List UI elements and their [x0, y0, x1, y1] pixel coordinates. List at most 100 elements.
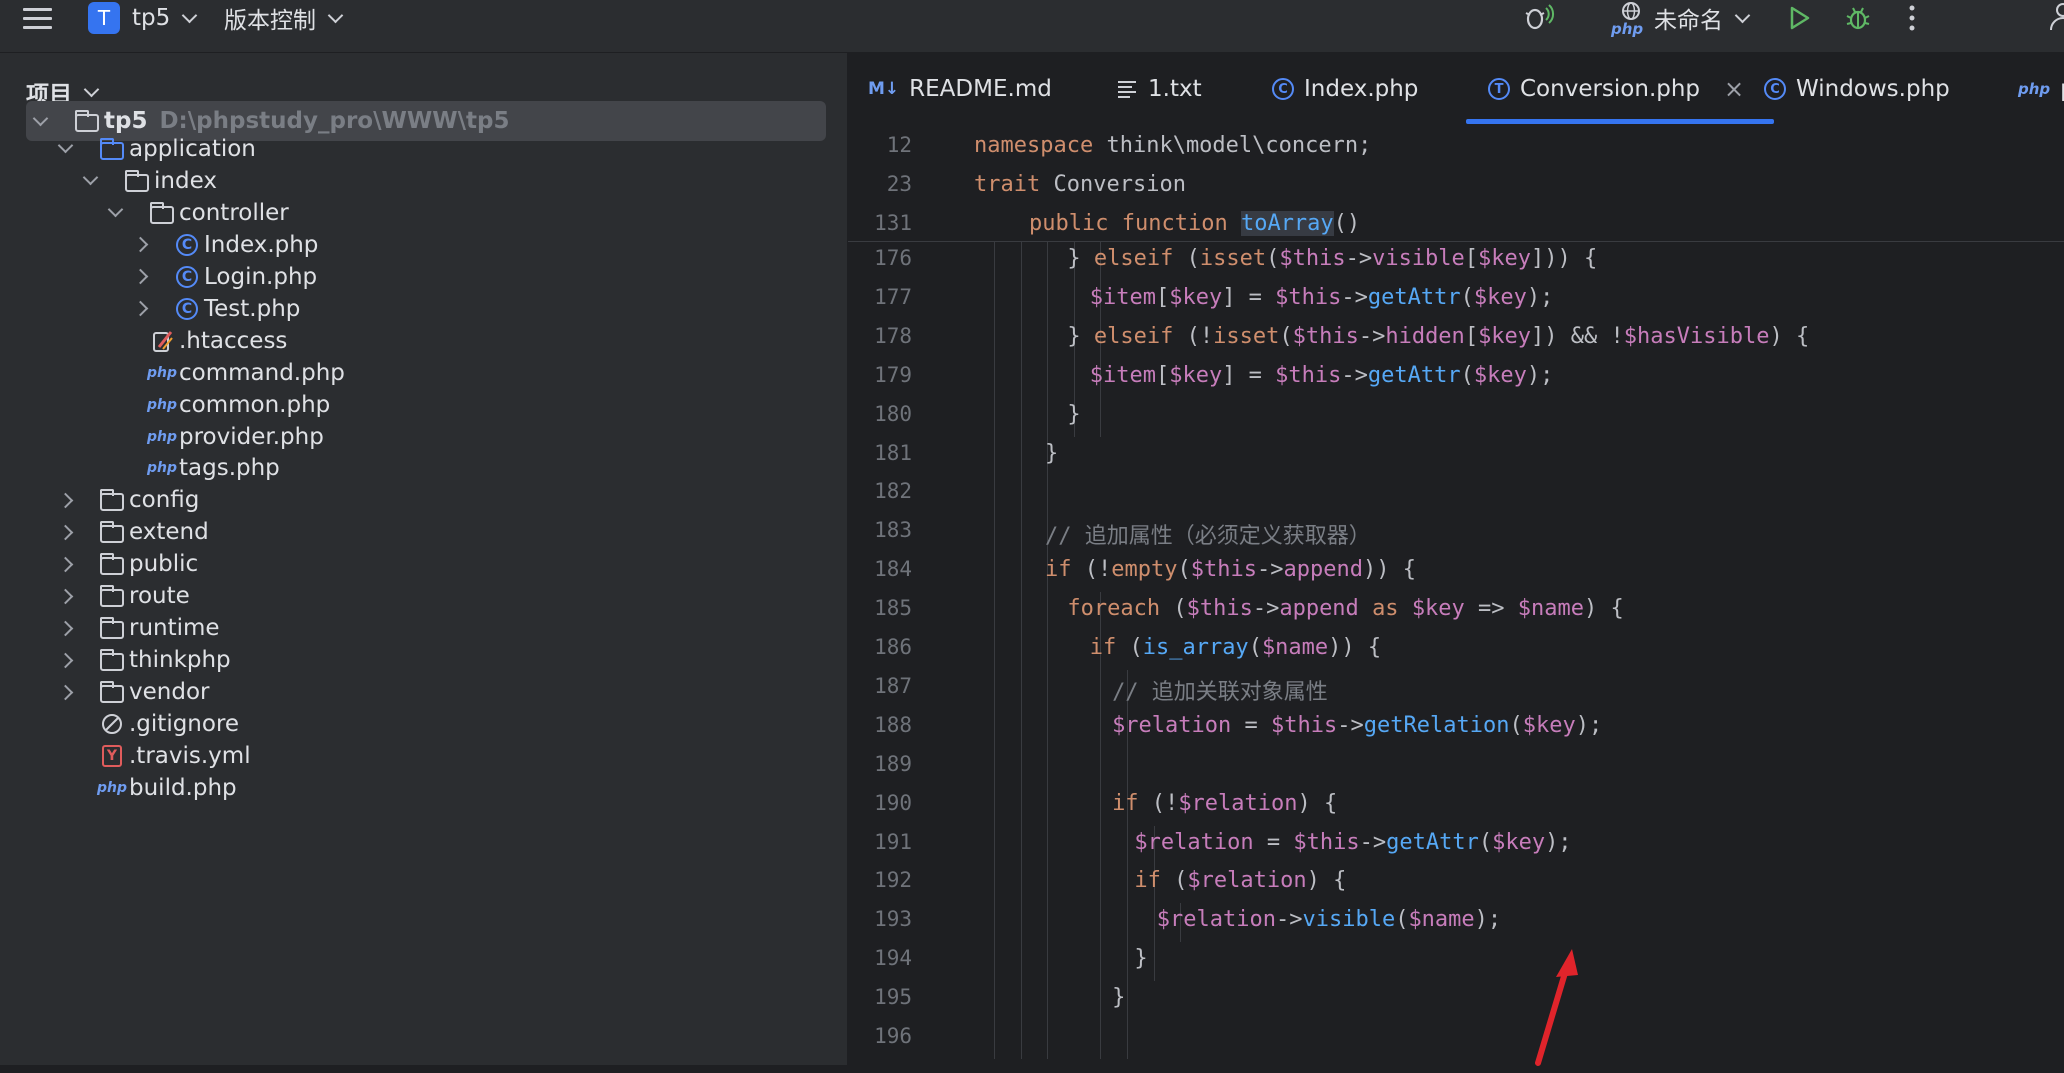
tree-item[interactable]: .gitignore [0, 708, 847, 740]
tree-item[interactable]: controller [0, 197, 847, 229]
chevron-right-icon[interactable] [55, 644, 75, 676]
code-line[interactable]: } elseif (isset($this->visible[$key])) { [1067, 246, 1597, 271]
bug-icon [1846, 7, 1870, 30]
tree-item[interactable]: runtime [0, 612, 847, 644]
code-line[interactable]: // 追加关联对象属性 [1112, 674, 1328, 706]
chevron-down-icon[interactable] [80, 165, 100, 197]
tree-item[interactable]: C Login.php [0, 261, 847, 293]
chevron-right-icon[interactable] [55, 612, 75, 644]
tree-item[interactable]: php tags.php [0, 452, 847, 484]
code-token: [ [1464, 323, 1479, 349]
code-line[interactable]: $relation = $this->getRelation($key); [1112, 713, 1602, 738]
chevron-down-icon[interactable] [105, 197, 125, 229]
tree-item[interactable]: config [0, 484, 847, 516]
code-line[interactable]: $relation = $this->getAttr($key); [1134, 830, 1571, 855]
line-number: 186 [874, 635, 912, 659]
code-line[interactable]: if (!$relation) { [1112, 791, 1337, 816]
project-badge-icon[interactable]: T [88, 2, 120, 34]
debug-button[interactable] [1842, 0, 1874, 36]
tree-item[interactable]: php command.php [0, 357, 847, 389]
code-token: ( [1279, 323, 1293, 349]
sticky-code-line[interactable]: public function toArray() [1029, 211, 1360, 236]
tree-item[interactable]: thinkphp [0, 644, 847, 676]
tree-item[interactable]: extend [0, 516, 847, 548]
code-line[interactable]: foreach ($this->append as $key => $name)… [1067, 596, 1623, 621]
tree-item[interactable]: route [0, 580, 847, 612]
code-token: ); [1545, 829, 1572, 855]
editor-tab-label: Conversion.php [1520, 76, 1701, 102]
tree-item[interactable]: application [0, 133, 847, 165]
php-interpreter-selector[interactable]: php 未命名 [1610, 0, 1751, 38]
chevron-right-icon[interactable] [55, 676, 75, 708]
editor-tab[interactable]: C Windows.php [1764, 53, 1950, 125]
code-token: $key [1522, 712, 1576, 738]
chevron-down-icon[interactable] [55, 133, 75, 165]
code-token: ( [1177, 557, 1191, 583]
code-line[interactable]: $item[$key] = $this->getAttr($key); [1090, 363, 1554, 388]
code-token: isset [1213, 323, 1280, 349]
code-token: think\model\concern; [1106, 133, 1372, 158]
project-name: tp5 [132, 5, 171, 31]
line-number: 184 [874, 557, 912, 582]
editor-tab[interactable]: M↓ README.md [868, 53, 1052, 125]
code-token: getRelation [1363, 712, 1510, 738]
chevron-right-icon[interactable] [55, 484, 75, 516]
code-line[interactable]: } [1045, 441, 1058, 466]
code-line[interactable]: } [1067, 402, 1080, 427]
line-number: 191 [874, 829, 912, 854]
tree-item-label: provider.php [179, 423, 324, 450]
code-token: [ [1155, 284, 1170, 310]
close-tab-icon[interactable]: × [1724, 75, 1744, 103]
code-editor[interactable]: 176} elseif (isset($this->visible[$key])… [848, 242, 2064, 1065]
chevron-right-icon[interactable] [55, 580, 75, 612]
code-line[interactable]: // 追加属性（必须定义获取器） [1045, 518, 1371, 550]
chevron-right-icon[interactable] [130, 229, 150, 261]
chevron-right-icon[interactable] [55, 516, 75, 548]
line-number: 192 [874, 868, 912, 893]
editor-tab[interactable]: phpp [2018, 53, 2064, 125]
code-token: getAttr [1367, 284, 1461, 310]
user-account-button[interactable] [2048, 0, 2064, 36]
sticky-code-line[interactable]: namespace think\model\concern; [974, 133, 1371, 158]
code-token: $key [1478, 246, 1532, 271]
line-number: 182 [874, 479, 912, 504]
more-options-button[interactable] [1906, 0, 1918, 36]
code-line[interactable]: $item[$key] = $this->getAttr($key); [1090, 285, 1554, 310]
tree-item[interactable]: Y .travis.yml [0, 740, 847, 772]
code-token: $relation [1178, 790, 1298, 816]
code-line[interactable]: } [1112, 985, 1125, 1010]
editor-tab[interactable]: 1.txt [1116, 53, 1202, 125]
tree-item[interactable]: php common.php [0, 389, 847, 421]
code-line[interactable]: } elseif (!isset($this->hidden[$key]) &&… [1067, 324, 1809, 349]
tree-item[interactable]: php provider.php [0, 421, 847, 453]
sticky-code-line[interactable]: trait Conversion [974, 172, 1186, 197]
code-line[interactable]: $relation->visible($name); [1157, 907, 1501, 932]
tree-item[interactable]: vendor [0, 676, 847, 708]
tree-item[interactable]: php build.php [0, 772, 847, 804]
code-token: ( [1460, 362, 1474, 388]
chevron-right-icon[interactable] [130, 261, 150, 293]
code-token: ( [1248, 635, 1262, 660]
chevron-right-icon[interactable] [55, 548, 75, 580]
line-number: 177 [874, 284, 912, 309]
code-line[interactable]: if (!empty($this->append)) { [1045, 557, 1416, 582]
editor-tab[interactable]: T Conversion.php × [1465, 53, 1775, 125]
vcs-menu[interactable]: 版本控制 [224, 0, 344, 36]
code-line[interactable]: if (is_array($name)) { [1090, 635, 1381, 660]
tree-item[interactable]: index [0, 165, 847, 197]
debug-listen-button[interactable] [1520, 0, 1556, 36]
tree-item[interactable]: C Test.php [0, 293, 847, 325]
editor-tab-bar: M↓ README.md 1.txt C Index.php T Conversion.ph… [848, 53, 2064, 126]
run-button[interactable] [1784, 0, 1814, 36]
code-line[interactable]: } [1134, 946, 1147, 971]
tree-item[interactable]: .htaccess [0, 325, 847, 357]
code-token: hidden [1385, 323, 1465, 349]
code-line[interactable]: if ($relation) { [1134, 868, 1346, 893]
tree-item[interactable]: public [0, 548, 847, 580]
editor-tab[interactable]: C Index.php [1272, 53, 1418, 125]
main-menu-button[interactable] [22, 0, 52, 36]
project-switcher[interactable]: tp5 [132, 0, 198, 36]
chevron-right-icon[interactable] [130, 293, 150, 325]
tree-item[interactable]: C Index.php [0, 229, 847, 261]
code-token: ) { [1297, 790, 1338, 816]
